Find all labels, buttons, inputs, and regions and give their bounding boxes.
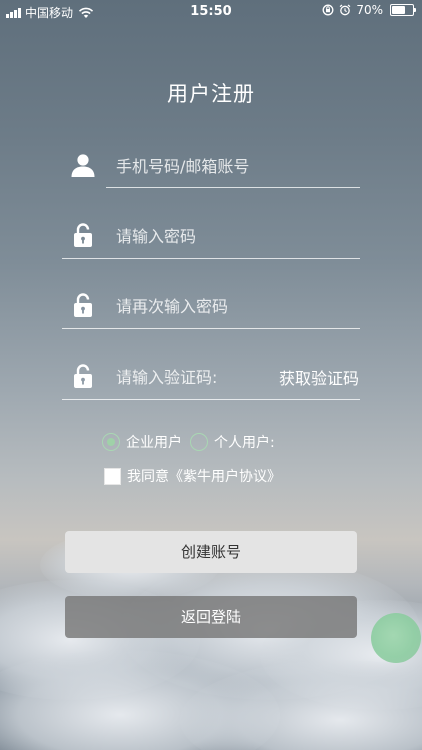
radio-enterprise-user[interactable]: 企业用户 (102, 432, 182, 452)
confirm-password-input[interactable] (116, 294, 346, 318)
battery-icon (390, 4, 416, 16)
radio-enterprise-label: 企业用户 (126, 435, 182, 451)
radio-selected-icon[interactable] (102, 433, 120, 451)
password-field-row (62, 214, 360, 259)
battery-percent: 70% (356, 3, 383, 17)
unlock-icon (74, 223, 92, 247)
agreement-checkbox[interactable] (104, 467, 121, 485)
account-field-row (62, 144, 360, 188)
account-input[interactable] (116, 154, 346, 178)
account-underline (106, 187, 360, 188)
confirm-password-field-row (62, 284, 360, 329)
status-bar: 中国移动 15:50 70% (0, 0, 422, 22)
password-input[interactable] (116, 224, 346, 248)
radio-personal-label: 个人用户: (214, 435, 275, 451)
radio-unselected-icon[interactable] (190, 433, 208, 451)
unlock-icon (74, 364, 92, 388)
alarm-icon (339, 4, 351, 16)
user-icon (71, 154, 95, 177)
verification-code-field-row: 获取验证码 (62, 355, 360, 400)
agreement-label[interactable]: 我同意《紫牛用户协议》 (127, 466, 281, 486)
orientation-lock-icon (322, 4, 334, 16)
radio-personal-user[interactable]: 个人用户: (190, 432, 275, 452)
unlock-icon (74, 293, 92, 317)
get-code-button[interactable]: 获取验证码 (279, 365, 359, 389)
verification-code-input[interactable] (116, 365, 266, 389)
page-title: 用户注册 (167, 82, 255, 106)
floating-assistive-button[interactable] (371, 613, 421, 663)
agreement-row: 我同意《紫牛用户协议》 (104, 466, 281, 486)
back-to-login-button[interactable]: 返回登陆 (65, 596, 357, 638)
user-type-radio-group: 企业用户 个人用户: (102, 432, 283, 452)
create-account-button[interactable]: 创建账号 (65, 531, 357, 573)
